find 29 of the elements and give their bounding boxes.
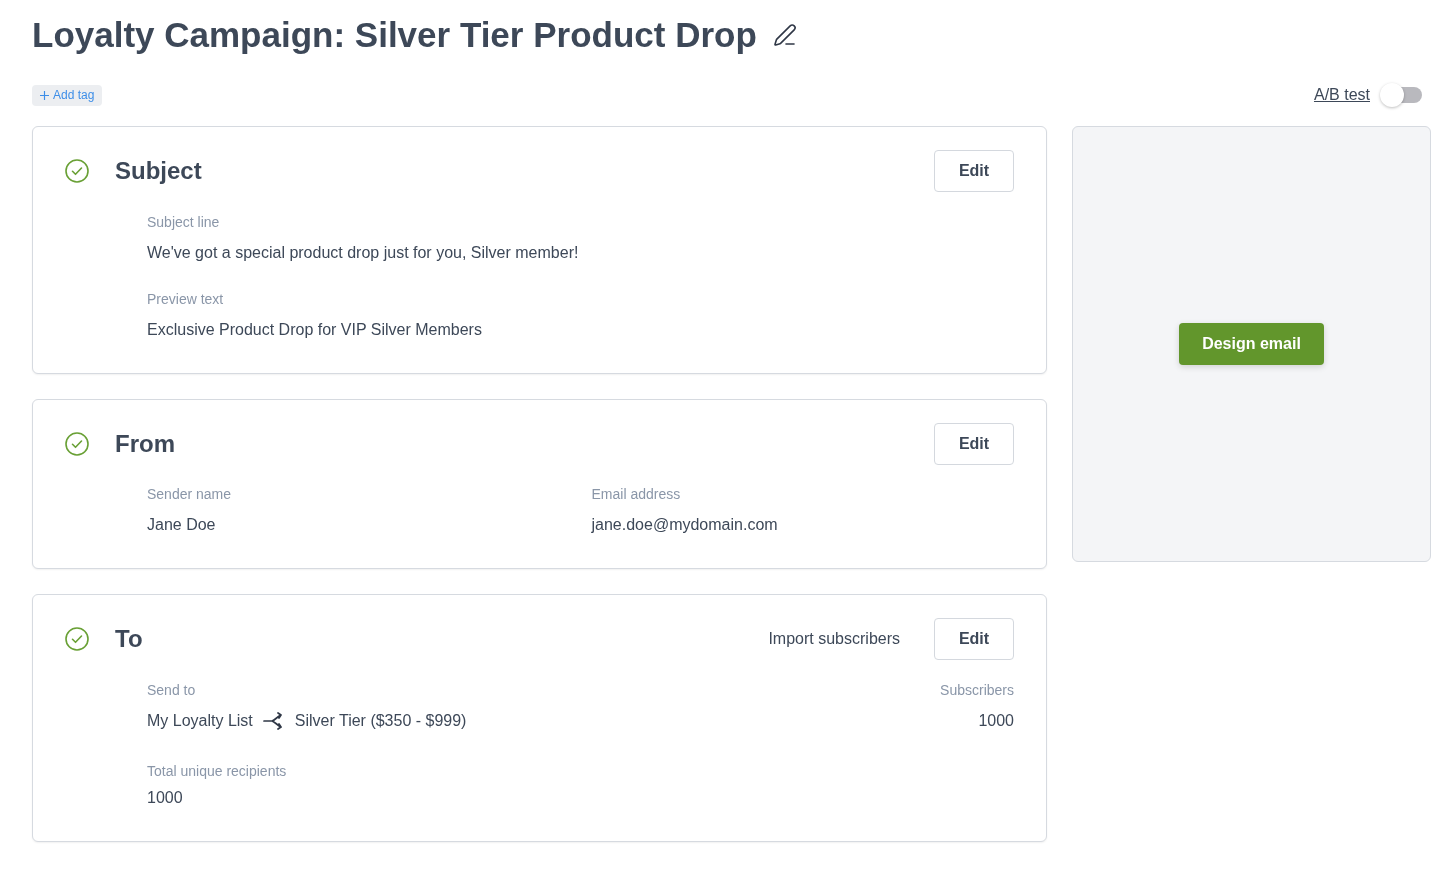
field-label: Email address [591,485,682,504]
edit-button[interactable]: Edit [934,618,1014,660]
import-subscribers-link[interactable]: Import subscribers [768,627,900,651]
field-label: Subscribers [940,681,1014,700]
field-value: 1000 [978,711,1014,731]
ab-test-toggle[interactable] [1380,83,1422,107]
section-title: From [115,429,176,459]
field-label: Total unique recipients [147,762,288,781]
edit-button[interactable]: Edit [934,150,1014,192]
campaign-title: Loyalty Campaign: Silver Tier Product Drop [32,15,757,55]
field-value: jane.doe@mydomain.com [591,515,779,535]
plus-icon [40,90,49,100]
field-label: Subject line [147,213,221,232]
field-label: Send to [147,681,197,700]
segment-name: Silver Tier ($350 - $999) [294,711,467,731]
field-label: Preview text [147,290,225,309]
edit-button[interactable]: Edit [934,423,1014,465]
section-title: Subject [115,156,203,186]
list-name: My Loyalty List [147,711,253,731]
ab-test-link[interactable]: A/B test [1313,83,1370,107]
field-value: We've got a special product drop just for you, Silver member! [147,243,580,263]
design-email-button[interactable]: Design email [1179,323,1324,365]
section-title: To [115,624,144,654]
split-arrow-icon [262,712,285,730]
edit-pencil-icon[interactable] [772,23,797,47]
field-label: Sender name [147,485,233,504]
field-value: Exclusive Product Drop for VIP Silver Members [147,320,483,340]
field-value: Jane Doe [147,515,217,535]
field-value: 1000 [147,788,184,808]
